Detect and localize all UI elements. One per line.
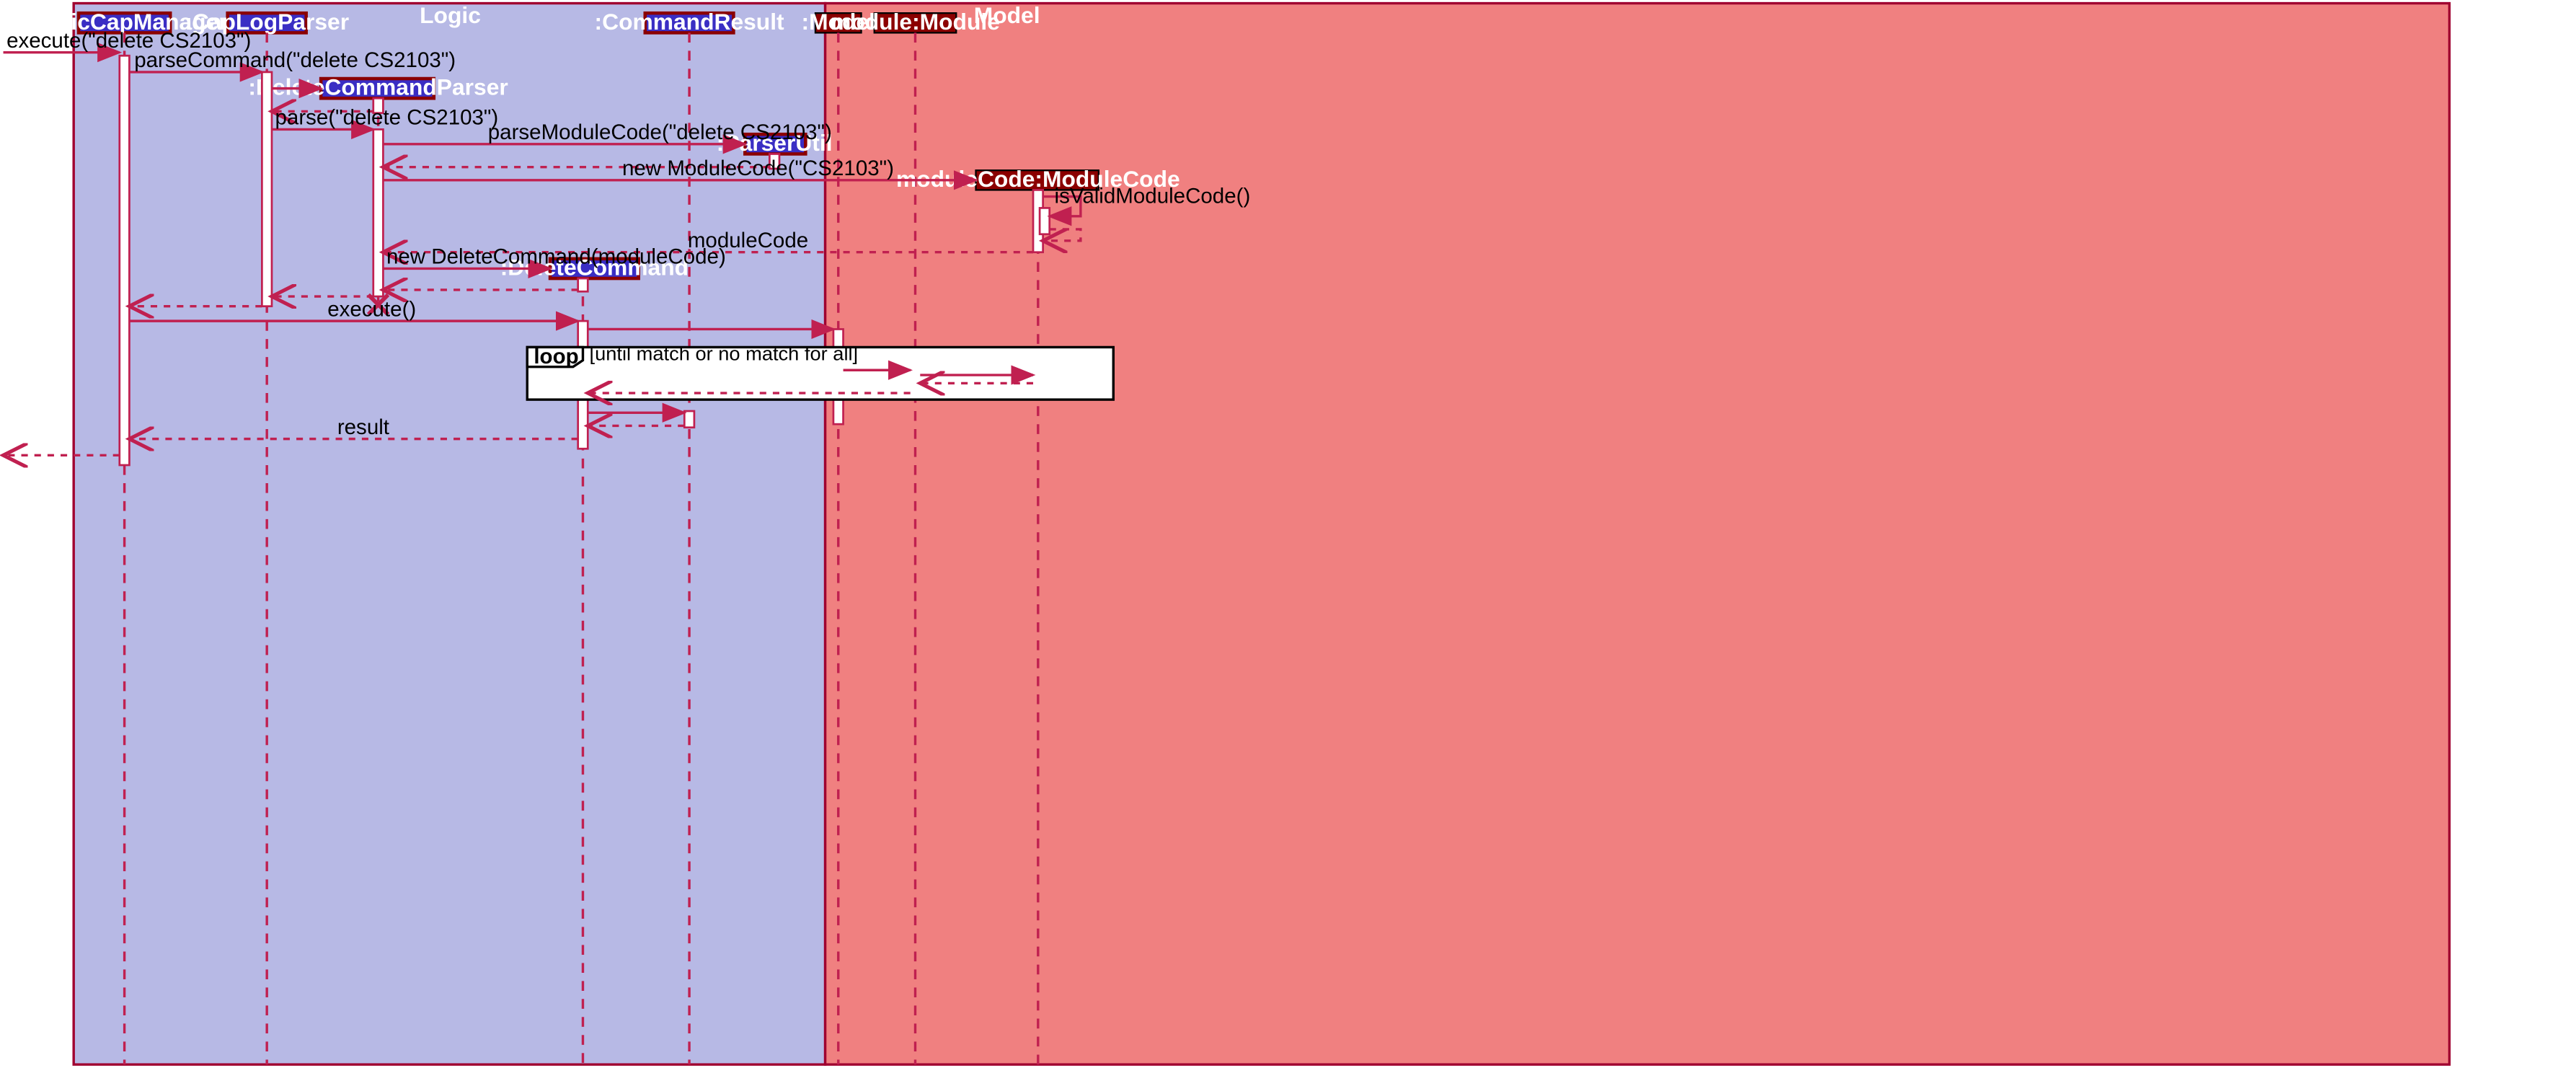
activation-module-code-self: [1040, 208, 1050, 234]
activation-cap-log-parser: [262, 72, 272, 306]
sequence-diagram: Logic Model :LogicCapManager :CapLogPars…: [0, 0, 2575, 1068]
participant-command-result-label: :CommandResult: [595, 9, 785, 35]
msg-new-delete-command-label: new DeleteCommand(moduleCode): [386, 245, 726, 269]
participant-module-label: module:Module: [831, 9, 1000, 35]
activation-command-result: [684, 411, 694, 428]
activation-delete-command-create: [578, 278, 588, 291]
msg-result-label: result: [337, 415, 389, 439]
msg-execute2-label: execute(): [327, 297, 416, 321]
msg-parse-command-label: parseCommand("delete CS2103"): [134, 48, 456, 72]
msg-parse-label: parse("delete CS2103"): [275, 106, 499, 130]
activation-logic-cap-manager: [120, 56, 130, 465]
frame-model: [826, 4, 2450, 1065]
loop-guard: [until match or no match for all]: [590, 343, 859, 365]
msg-new-module-code-label: new ModuleCode("CS2103"): [622, 156, 894, 180]
msg-parse-module-code-label: parseModuleCode("delete CS2103"): [488, 120, 832, 144]
participant-delete-command-parser-label: :DeleteCommandParser: [248, 74, 508, 100]
loop-label: loop: [534, 345, 578, 368]
activation-dcp-parse: [373, 129, 384, 296]
frame-logic-title: Logic: [420, 2, 481, 28]
msg-is-valid-label: isValidModuleCode(): [1055, 185, 1251, 208]
